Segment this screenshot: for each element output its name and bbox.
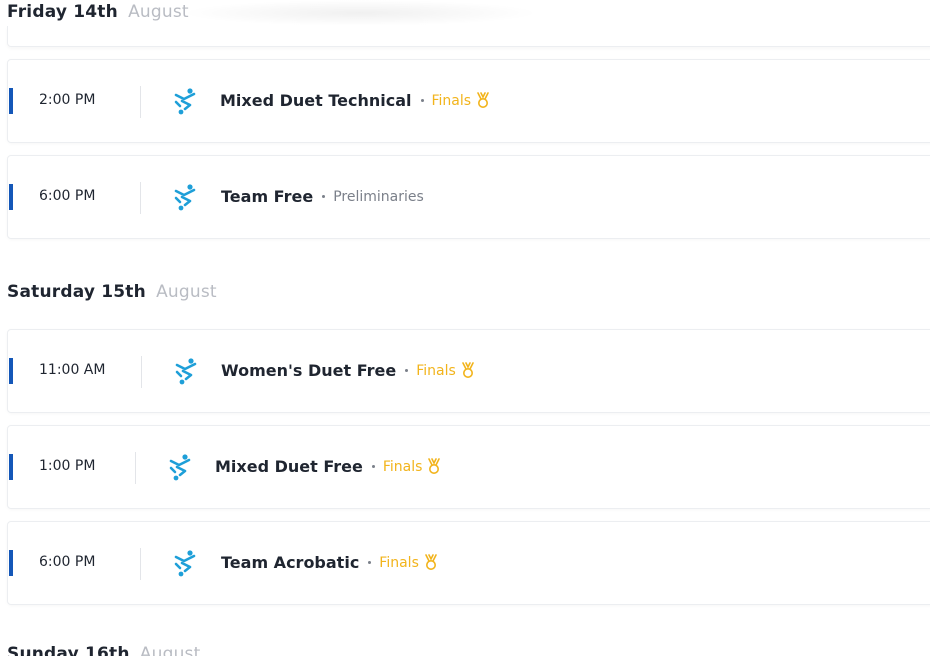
divider (141, 356, 142, 388)
separator-dot (420, 99, 424, 102)
day-label: Saturday 15th (7, 282, 146, 302)
medal-icon (428, 458, 441, 474)
day-label: Sunday 16th (7, 644, 130, 656)
month-label: August (139, 644, 201, 656)
divider (140, 182, 141, 214)
event-name[interactable]: Mixed Duet Technical (220, 91, 412, 110)
event-accent-bar (9, 184, 13, 210)
month-label: August (128, 2, 189, 22)
event-accent-bar (9, 454, 13, 480)
separator-dot (371, 465, 375, 468)
event-phase: Finals (431, 92, 472, 109)
medal-icon (477, 92, 489, 108)
event-time: 11:00 AM (39, 362, 106, 378)
artistic-swimming-icon (174, 88, 196, 115)
event-name[interactable]: Team Acrobatic (221, 553, 359, 572)
separator-dot (322, 195, 326, 198)
previous-event-card[interactable] (7, 26, 930, 47)
event-card[interactable]: 11:00 AM Women's Duet Free Finals (7, 329, 930, 413)
event-info: Women's Duet Free Finals (221, 361, 475, 380)
month-label: August (156, 282, 217, 302)
day-heading-sunday: Sunday 16th August (7, 644, 200, 656)
event-info: Mixed Duet Free Finals (215, 457, 441, 476)
divider (140, 86, 141, 118)
medal-icon (461, 362, 474, 378)
event-phase: Preliminaries (333, 188, 424, 205)
separator-dot (368, 561, 372, 564)
event-phase: Finals (416, 362, 456, 379)
event-info: Team Acrobatic Finals (221, 553, 438, 572)
event-card[interactable]: 1:00 PM Mixed Duet Free Finals (7, 425, 930, 509)
day-heading-saturday: Saturday 15th August (7, 282, 217, 302)
event-time: 1:00 PM (39, 458, 96, 474)
event-info: Team Free Preliminaries (221, 187, 424, 206)
separator-dot (405, 369, 409, 372)
artistic-swimming-icon (174, 550, 196, 577)
event-phase: Finals (382, 458, 423, 475)
event-accent-bar (9, 88, 13, 114)
event-time: 6:00 PM (39, 188, 96, 204)
event-phase: Finals (379, 554, 419, 571)
scroll-fade (180, 0, 540, 26)
day-heading-friday: Friday 14th August (7, 2, 189, 22)
event-time: 2:00 PM (39, 92, 96, 108)
event-accent-bar (9, 358, 13, 384)
artistic-swimming-icon (175, 358, 197, 385)
artistic-swimming-icon (169, 454, 191, 481)
event-card[interactable]: 6:00 PM Team Acrobatic Finals (7, 521, 930, 605)
event-name[interactable]: Team Free (221, 187, 313, 206)
event-info: Mixed Duet Technical Finals (220, 91, 490, 110)
divider (140, 548, 141, 580)
event-time: 6:00 PM (39, 554, 96, 570)
artistic-swimming-icon (174, 184, 196, 211)
event-name[interactable]: Mixed Duet Free (215, 457, 363, 476)
event-name[interactable]: Women's Duet Free (221, 361, 396, 380)
day-label: Friday 14th (7, 2, 118, 22)
event-card[interactable]: 2:00 PM Mixed Duet Technical Finals (7, 59, 930, 143)
event-accent-bar (9, 550, 13, 576)
medal-icon (425, 554, 437, 570)
divider (135, 452, 136, 484)
event-card[interactable]: 6:00 PM Team Free Preliminaries (7, 155, 930, 239)
schedule-page: Friday 14th August 2:00 PM Mixed Duet Te… (0, 0, 930, 656)
